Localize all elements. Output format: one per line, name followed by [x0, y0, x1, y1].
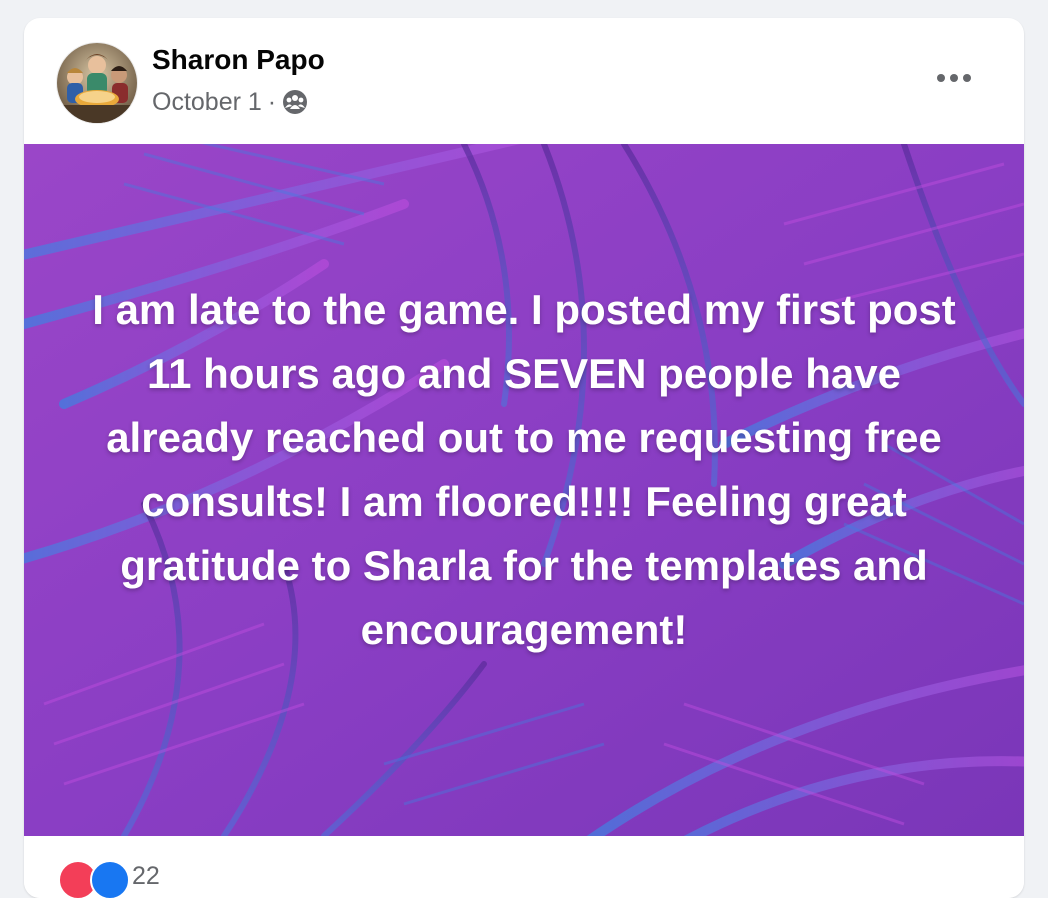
like-reaction-icon[interactable] [90, 860, 130, 898]
post-header: Sharon Papo October 1 · [24, 18, 1024, 144]
avatar-photo [57, 43, 137, 123]
reaction-count[interactable]: 22 [132, 862, 160, 891]
more-options-button[interactable] [926, 54, 982, 102]
author-avatar[interactable] [56, 42, 138, 124]
post-background[interactable]: I am late to the game. I posted my first… [24, 144, 1024, 836]
post-date[interactable]: October 1 [152, 88, 262, 117]
group-audience-icon[interactable] [282, 89, 308, 115]
post-text: I am late to the game. I posted my first… [92, 286, 956, 653]
post-meta: October 1 · [152, 88, 308, 116]
more-options-icon [937, 74, 971, 82]
post-card: Sharon Papo October 1 · I am late to the… [24, 18, 1024, 898]
post-footer: 22 [24, 836, 1024, 898]
author-name[interactable]: Sharon Papo [152, 44, 325, 76]
meta-separator: · [267, 87, 277, 116]
